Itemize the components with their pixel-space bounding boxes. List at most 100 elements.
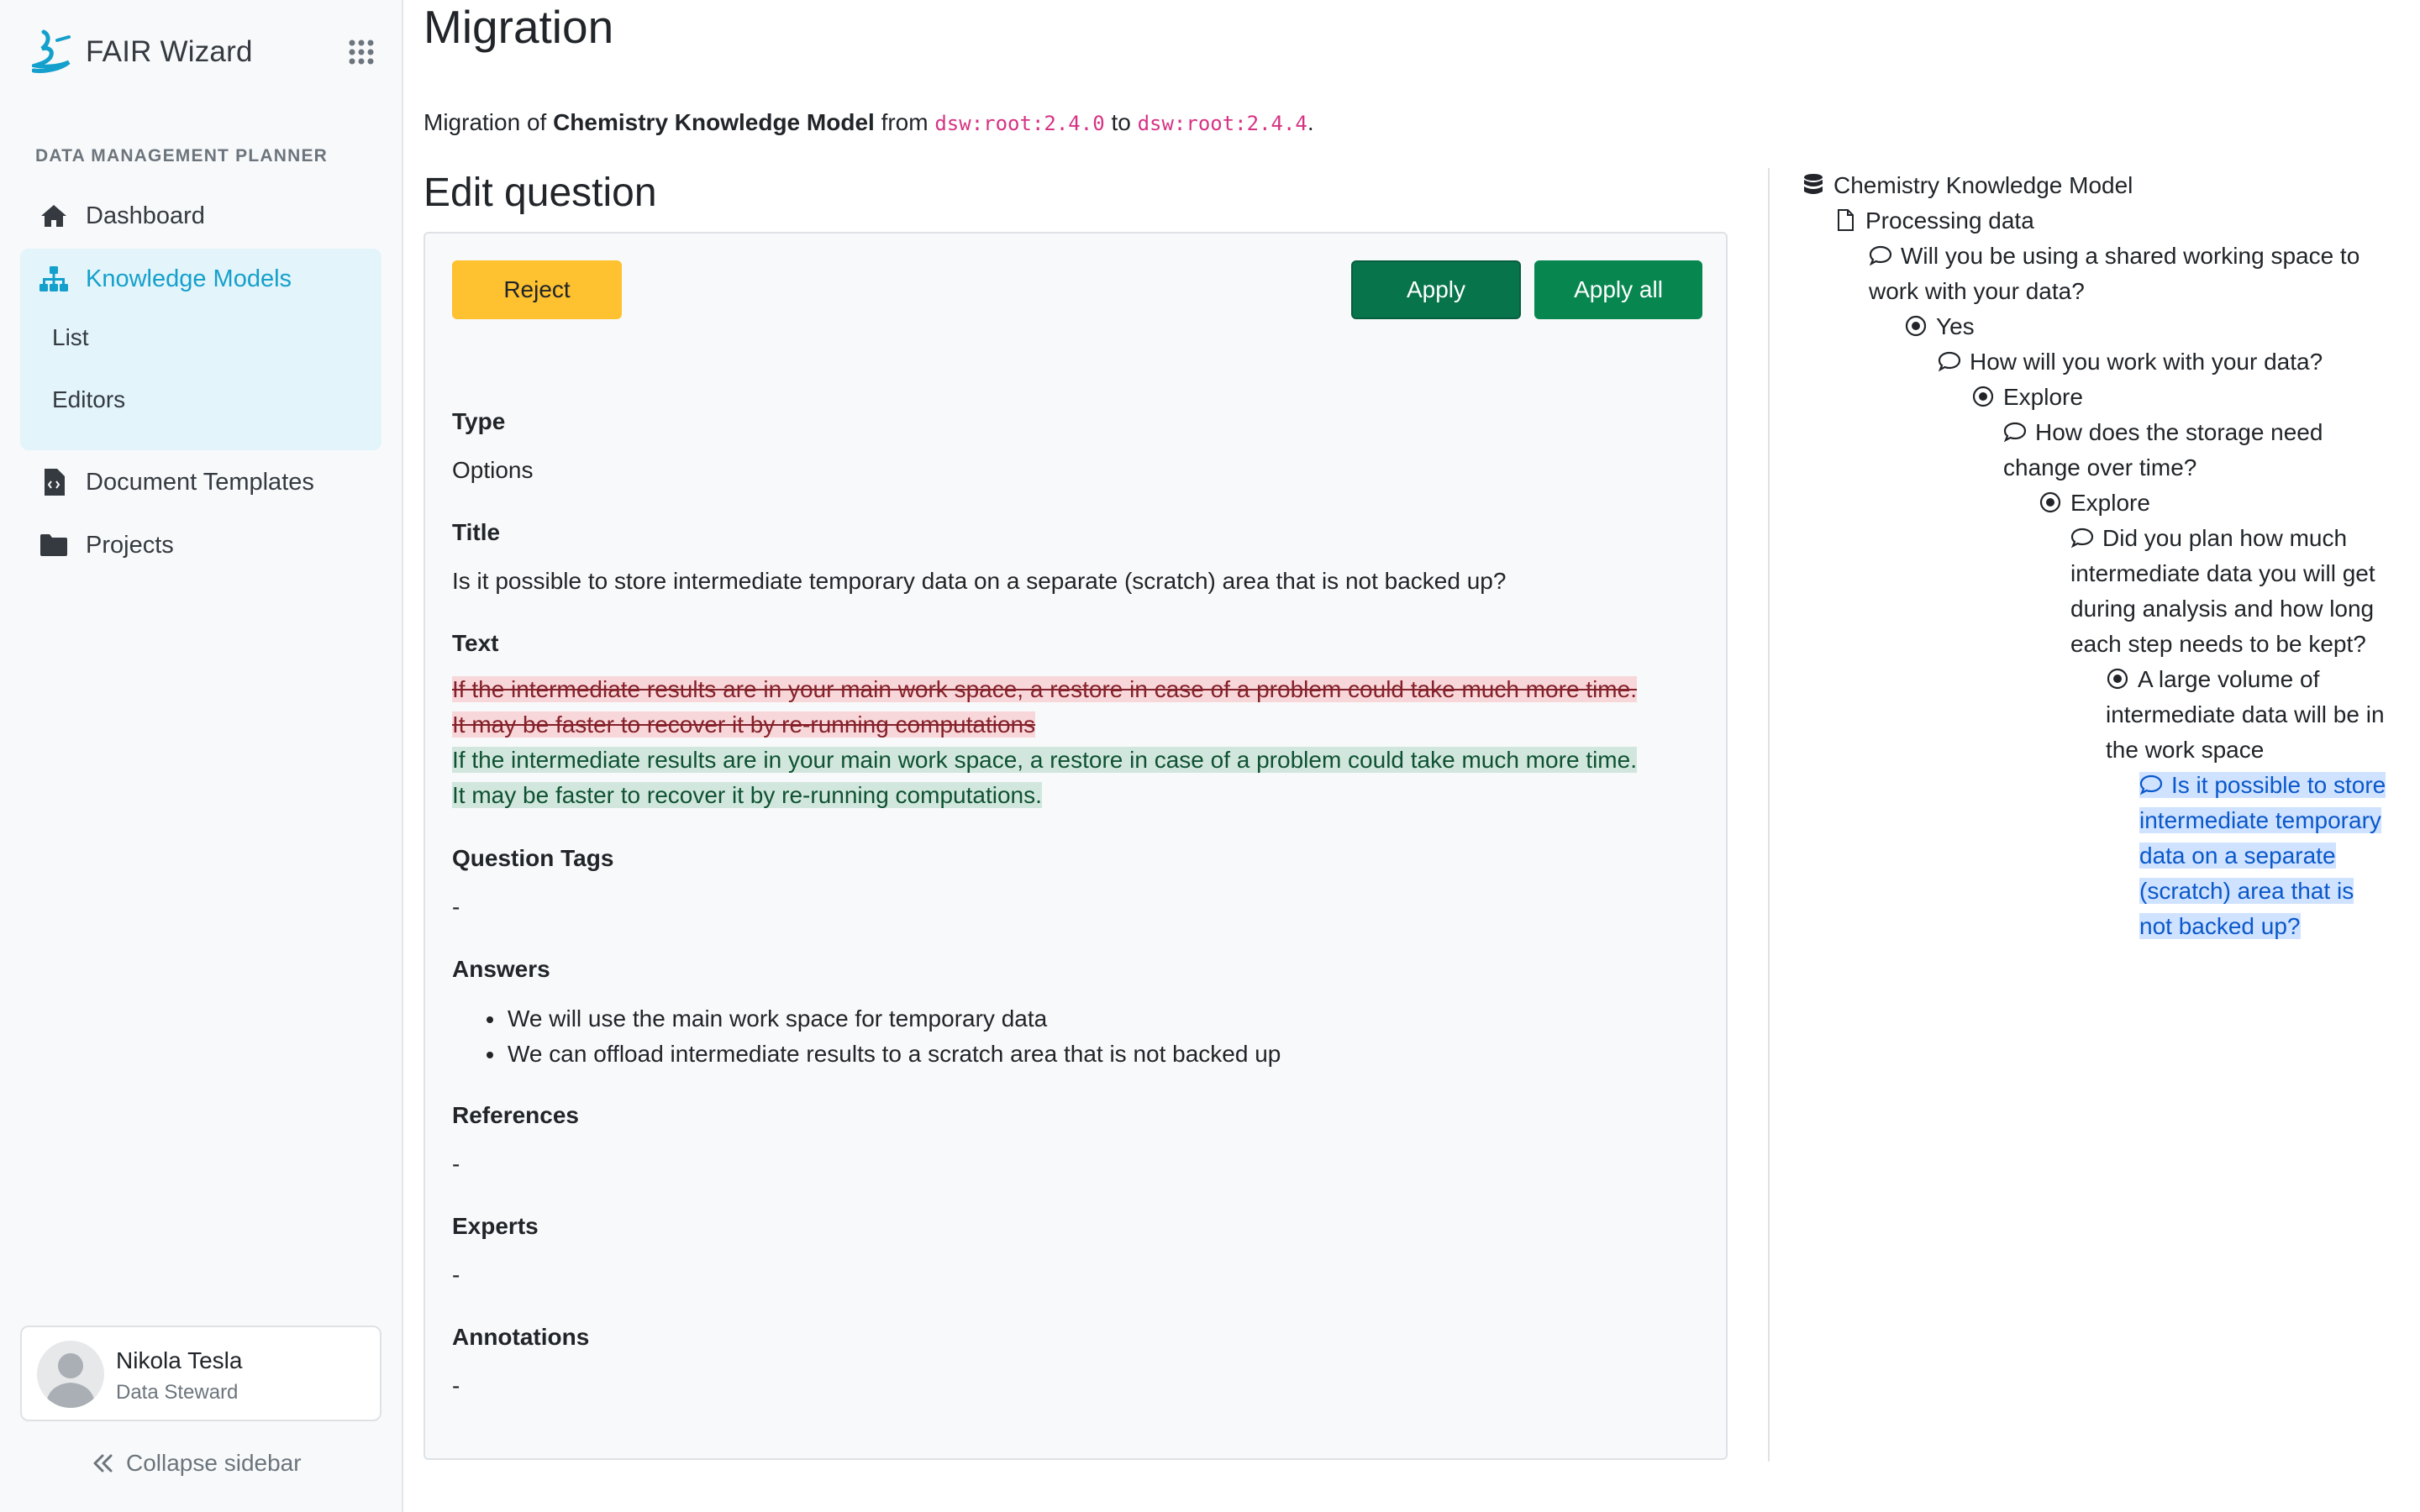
tree-label: Chemistry Knowledge Model: [1833, 172, 2133, 198]
sidebar-item-label: Dashboard: [86, 202, 205, 229]
tree-label: intermediate temporary: [2139, 807, 2381, 833]
brand-logo[interactable]: FAIR Wizard: [32, 29, 253, 76]
file-code-icon: [39, 467, 69, 497]
edit-question-heading: Edit question: [424, 171, 657, 215]
question-tags-value: -: [452, 894, 460, 920]
tree-km-node[interactable]: Chemistry Knowledge Model: [1802, 168, 2133, 203]
apply-button[interactable]: Apply: [1351, 260, 1521, 319]
sitemap-icon: [39, 264, 69, 294]
tree-divider: [1768, 168, 1770, 1462]
knowledge-model-name: Chemistry Knowledge Model: [553, 109, 875, 135]
tree-label: Is it possible to store: [2171, 772, 2386, 798]
tree-question-node[interactable]: Did you plan how much intermediate data y…: [2070, 521, 2375, 662]
text-label: Text: [452, 630, 499, 656]
tree-label: during analysis and how long: [2070, 596, 2375, 622]
answers-label: Answers: [452, 956, 550, 982]
answers-list: We will use the main work space for temp…: [452, 1001, 1281, 1072]
apply-all-button[interactable]: Apply all: [1534, 260, 1702, 319]
sidebar-item-dashboard[interactable]: Dashboard: [20, 188, 381, 244]
migration-description: Migration of Chemistry Knowledge Model f…: [424, 109, 1314, 136]
experts-label: Experts: [452, 1213, 539, 1239]
tree-answer-node[interactable]: Explore: [2039, 486, 2150, 521]
sidebar-item-document-templates[interactable]: Document Templates: [20, 454, 381, 510]
experts-value: -: [452, 1262, 460, 1288]
tree-question-node[interactable]: How does the storage need change over tim…: [2003, 415, 2323, 486]
radio-dot-icon: [1971, 385, 1995, 408]
tree-label: data on a separate: [2139, 843, 2336, 869]
removed-line: If the intermediate results are in your …: [452, 676, 1637, 702]
sidebar-subitem-list[interactable]: List: [52, 324, 89, 351]
tree-label: Will you be using a shared working space…: [1901, 243, 2360, 269]
page-title: Migration: [424, 1, 614, 53]
list-item: We can offload intermediate results to a…: [506, 1037, 1281, 1072]
removed-line: It may be faster to recover it by re-run…: [452, 711, 1036, 738]
type-value: Options: [452, 457, 534, 483]
tree-label: change over time?: [2003, 454, 2197, 480]
tree-label: intermediate data you will get: [2070, 560, 2375, 586]
user-role: Data Steward: [116, 1381, 239, 1404]
type-label: Type: [452, 408, 506, 434]
home-icon: [39, 201, 69, 231]
tree-label: intermediate data will be in: [2106, 701, 2385, 727]
target-km-id: dsw:root:2.4.4: [1137, 112, 1307, 135]
user-name: Nikola Tesla: [116, 1347, 243, 1373]
radio-dot-icon: [2039, 491, 2062, 514]
added-line: If the intermediate results are in your …: [452, 747, 1637, 773]
user-card[interactable]: Nikola Tesla Data Steward: [20, 1326, 381, 1421]
comment-icon: [1938, 349, 1961, 373]
sidebar-item-label: Knowledge Models: [86, 265, 292, 292]
tree-answer-node[interactable]: Explore: [1971, 380, 2083, 415]
section-title: DATA MANAGEMENT PLANNER: [35, 146, 329, 165]
tree-answer-node[interactable]: Yes: [1904, 309, 1975, 344]
sidebar-item-projects[interactable]: Projects: [20, 517, 381, 573]
added-line: It may be faster to recover it by re-run…: [452, 782, 1042, 808]
apps-grid-icon[interactable]: [348, 39, 375, 66]
reject-button[interactable]: Reject: [452, 260, 622, 319]
collapse-label: Collapse sidebar: [126, 1450, 302, 1476]
collapse-sidebar-button[interactable]: Collapse sidebar: [92, 1450, 302, 1477]
tree-current-question-node[interactable]: Is it possible to store intermediate tem…: [2139, 768, 2386, 944]
tree-label: not backed up?: [2139, 913, 2301, 939]
sentence-period: .: [1307, 109, 1314, 135]
comment-icon: [2070, 526, 2094, 549]
brand-name: FAIR Wizard: [86, 35, 253, 68]
question-tags-label: Question Tags: [452, 845, 614, 871]
tree-label: A large volume of: [2138, 666, 2320, 692]
radio-dot-icon: [1904, 314, 1928, 338]
source-km-id: dsw:root:2.4.0: [934, 112, 1105, 135]
comment-icon: [1869, 244, 1892, 267]
tree-label: How does the storage need: [2035, 419, 2323, 445]
comment-icon: [2003, 420, 2027, 444]
tree-label: Explore: [2003, 384, 2083, 410]
references-value: -: [452, 1151, 460, 1177]
double-chevron-left-icon: [93, 1454, 113, 1473]
annotations-label: Annotations: [452, 1324, 590, 1350]
to-word: to: [1111, 109, 1131, 135]
file-icon: [1833, 208, 1857, 232]
migration-prefix: Migration of: [424, 109, 547, 135]
sidebar-item-label: Document Templates: [86, 468, 314, 496]
list-item: We will use the main work space for temp…: [506, 1001, 1281, 1037]
text-diff-added: If the intermediate results are in your …: [452, 743, 1712, 813]
fair-wizard-logo-icon: [32, 29, 71, 73]
text-diff-removed: If the intermediate results are in your …: [452, 672, 1712, 743]
tree-label: each step needs to be kept?: [2070, 631, 2366, 657]
tree-answer-node[interactable]: A large volume of intermediate data will …: [2106, 662, 2385, 768]
tree-chapter-node[interactable]: Processing data: [1833, 203, 2034, 239]
avatar: [37, 1341, 104, 1408]
sidebar: FAIR Wizard DATA MANAGEMENT PLANNER Dash…: [0, 0, 403, 1512]
title-value: Is it possible to store intermediate tem…: [452, 568, 1507, 594]
annotations-value: -: [452, 1373, 460, 1399]
tree-question-node[interactable]: How will you work with your data?: [1938, 344, 2323, 380]
title-label: Title: [452, 519, 501, 545]
tree-label: (scratch) area that is: [2139, 878, 2354, 904]
comment-icon: [2139, 773, 2163, 796]
sidebar-item-label: Projects: [86, 531, 174, 559]
sidebar-subitem-editors[interactable]: Editors: [52, 386, 125, 413]
database-icon: [1802, 173, 1825, 197]
tree-question-node[interactable]: Will you be using a shared working space…: [1869, 239, 2360, 309]
change-card: Reject Apply Apply all Type Options Titl…: [424, 232, 1728, 1460]
tree-label: Yes: [1936, 313, 1975, 339]
sidebar-item-knowledge-models[interactable]: Knowledge Models: [20, 251, 381, 307]
tree-label: Processing data: [1865, 207, 2034, 234]
